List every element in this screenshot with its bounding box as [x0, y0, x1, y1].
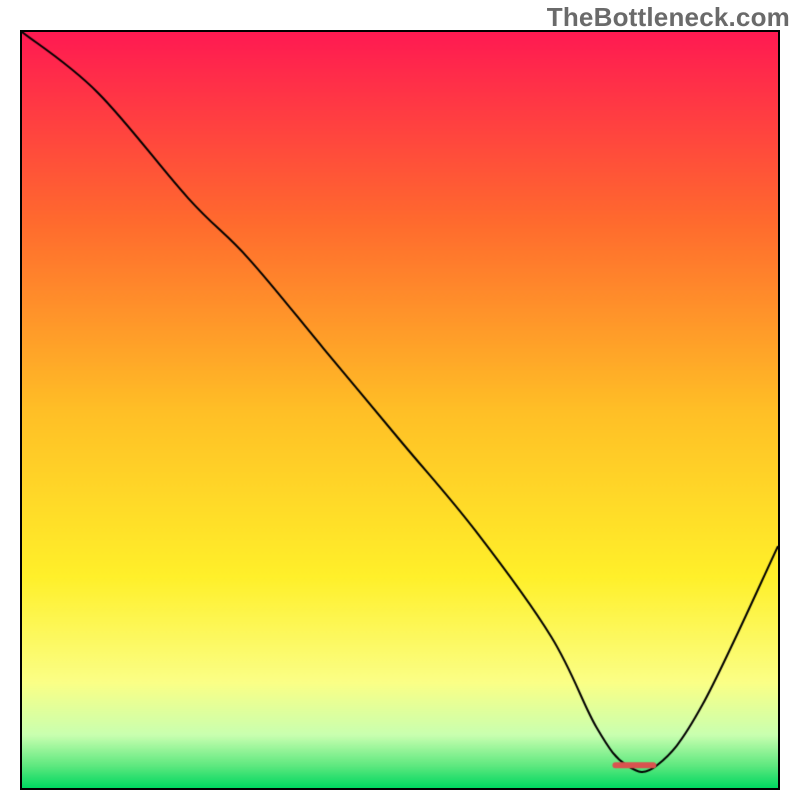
bottleneck-chart-canvas: [22, 32, 778, 788]
watermark-text: TheBottleneck.com: [547, 2, 790, 33]
plot-frame: [20, 30, 780, 790]
chart-container: TheBottleneck.com: [0, 0, 800, 800]
